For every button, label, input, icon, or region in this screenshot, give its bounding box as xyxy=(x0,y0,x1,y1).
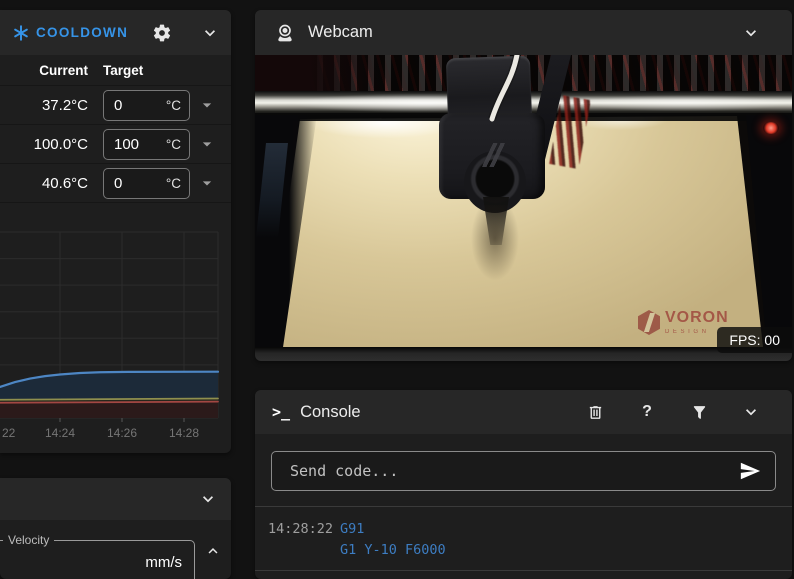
chevron-down-icon[interactable] xyxy=(200,571,226,579)
velocity-unit: mm/s xyxy=(145,554,182,571)
chevron-down-icon[interactable] xyxy=(738,20,764,46)
target-temp-input[interactable] xyxy=(104,135,156,153)
cooldown-button[interactable]: COOLDOWN xyxy=(36,25,128,40)
current-temp-value: 40.6°C xyxy=(41,174,88,192)
console-panel: >_ Console ? 14:28:22 G91 xyxy=(255,390,792,579)
triangle-down-icon[interactable] xyxy=(194,92,220,118)
console-panel-header: >_ Console ? xyxy=(255,390,792,434)
control-panel-header xyxy=(0,478,231,520)
voron-emblem xyxy=(479,143,505,167)
chevron-down-icon[interactable] xyxy=(197,20,223,46)
temperature-row: 100.0°C °C xyxy=(0,125,231,164)
chevron-up-icon[interactable] xyxy=(200,538,226,564)
svg-text:14:28: 14:28 xyxy=(169,426,199,440)
current-column-header: Current xyxy=(39,62,88,78)
temperature-row: 40.6°C °C xyxy=(0,164,231,203)
console-title: Console xyxy=(300,402,361,421)
voron-hex-logo xyxy=(638,310,660,335)
svg-text:22: 22 xyxy=(2,426,16,440)
target-temp-input[interactable] xyxy=(104,174,156,192)
target-temp-field[interactable]: °C xyxy=(103,167,190,199)
question-mark-icon[interactable]: ? xyxy=(634,399,660,425)
gcode-input[interactable] xyxy=(288,461,737,481)
red-led xyxy=(763,122,779,134)
temperature-chart: 22 14:24 14:26 14:28 xyxy=(0,231,220,440)
console-entry: 14:28:22 G91 xyxy=(268,519,792,540)
svg-text:14:24: 14:24 xyxy=(45,426,75,440)
terminal-prompt-icon: >_ xyxy=(272,403,291,421)
voron-watermark: VORON DESIGN xyxy=(638,310,729,335)
temperature-table-header: Current Target xyxy=(0,55,231,86)
webcam-stream: VORON DESIGN FPS: 00 xyxy=(255,55,792,361)
fps-badge: FPS: 00 xyxy=(717,327,792,353)
temperature-panel: COOLDOWN Current Target 37.2°C °C 100.0°… xyxy=(0,10,231,453)
chevron-down-icon[interactable] xyxy=(195,486,221,512)
gcode-input-field[interactable] xyxy=(271,451,776,491)
webcam-title: Webcam xyxy=(308,23,373,41)
webcam-icon xyxy=(272,20,298,46)
mainsail-dashboard: { "theme": { "accent_blue": "#3694e8", "… xyxy=(0,0,794,579)
temperature-row: 37.2°C °C xyxy=(0,86,231,125)
triangle-down-icon[interactable] xyxy=(194,170,220,196)
chevron-down-icon[interactable] xyxy=(738,399,764,425)
target-temp-input[interactable] xyxy=(104,96,156,114)
funnel-icon[interactable] xyxy=(686,399,712,425)
target-column-header: Target xyxy=(103,62,144,78)
webcam-panel-header: Webcam xyxy=(255,10,792,55)
velocity-label: Velocity xyxy=(3,533,55,547)
velocity-stepper xyxy=(200,538,226,579)
current-temp-value: 100.0°C xyxy=(33,135,88,153)
temp-unit: °C xyxy=(165,175,181,191)
temp-unit: °C xyxy=(165,97,181,113)
paper-plane-icon[interactable] xyxy=(737,458,763,484)
trash-icon[interactable] xyxy=(582,399,608,425)
temp-unit: °C xyxy=(165,136,181,152)
gcode-line: G91 xyxy=(340,521,365,537)
printer-front-panel xyxy=(255,347,792,361)
gcode-line: G1 Y-10 F6000 xyxy=(340,542,446,558)
current-temp-value: 37.2°C xyxy=(41,96,88,114)
control-panel-body: Velocity mm/s xyxy=(0,520,231,579)
target-temp-field[interactable]: °C xyxy=(103,89,190,121)
console-timestamp: 14:28:22 xyxy=(268,521,334,537)
velocity-input[interactable] xyxy=(9,551,113,579)
svg-text:14:26: 14:26 xyxy=(107,426,137,440)
console-log: 14:28:22 G91 G1 Y-10 F6000 xyxy=(255,507,792,561)
target-temp-field[interactable]: °C xyxy=(103,128,190,160)
temperature-panel-header: COOLDOWN xyxy=(0,10,231,55)
gear-icon[interactable] xyxy=(149,20,175,46)
snowflake-icon xyxy=(12,24,30,42)
console-input-row xyxy=(255,434,792,491)
console-entry: G1 Y-10 F6000 xyxy=(268,540,792,561)
velocity-field[interactable]: Velocity mm/s xyxy=(0,533,195,579)
webcam-panel: Webcam VORON DESIGN FPS: 00 xyxy=(255,10,792,361)
toolhead xyxy=(433,55,573,317)
triangle-down-icon[interactable] xyxy=(194,131,220,157)
console-divider xyxy=(255,570,792,571)
control-panel: Velocity mm/s xyxy=(0,478,231,579)
